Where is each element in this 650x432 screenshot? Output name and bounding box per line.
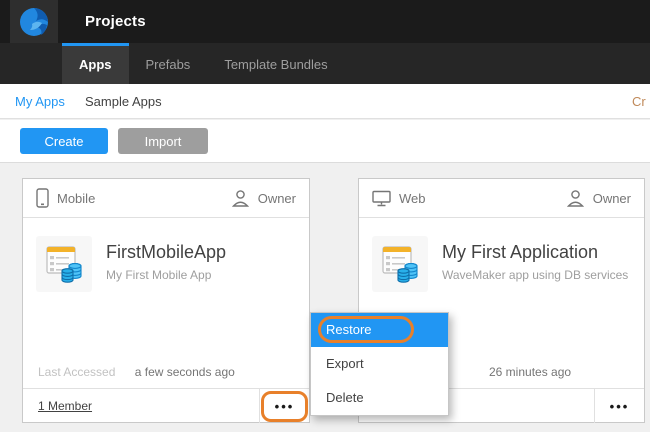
menu-item-restore[interactable]: Restore [311,313,448,347]
ellipsis-icon[interactable]: ••• [259,389,309,423]
card-header: Mobile Owner [23,179,309,218]
monitor-icon [372,190,391,207]
app-name: My First Application [442,242,628,263]
app-description: My First Mobile App [106,268,226,282]
create-button[interactable]: Create [20,128,108,154]
projects-screen: Projects Apps Prefabs Template Bundles M… [0,0,650,432]
tab-template-bundles[interactable]: Template Bundles [207,43,344,84]
person-icon [566,189,585,208]
card-footer: 1 Member ••• [23,388,309,422]
page-title: Projects [85,0,146,43]
top-bar: Projects [0,0,650,43]
card-context-menu: Restore Export Delete [310,312,449,416]
wavemaker-logo[interactable] [10,0,58,43]
last-accessed-label: Last Accessed [38,365,115,379]
app-name: FirstMobileApp [106,242,226,263]
app-window-database-icon [36,236,92,292]
role-label: Owner [593,191,631,206]
app-card-firstmobileapp[interactable]: Mobile Owner [22,178,310,423]
main-tab-bar: Apps Prefabs Template Bundles [0,43,650,84]
app-text-block: FirstMobileApp My First Mobile App [106,236,226,292]
card-body: FirstMobileApp My First Mobile App [36,236,299,292]
tab-apps[interactable]: Apps [62,43,129,84]
toolbar: Create Import [0,120,650,163]
tab-prefabs[interactable]: Prefabs [129,43,208,84]
wavemaker-logo-icon [18,6,50,38]
app-window-database-icon [372,236,428,292]
menu-item-export[interactable]: Export [311,347,448,381]
menu-item-delete[interactable]: Delete [311,381,448,415]
platform-label: Mobile [57,191,95,206]
app-description: WaveMaker app using DB services [442,268,628,282]
members-link[interactable]: 1 Member [38,389,92,423]
platform-label: Web [399,191,426,206]
card-body: My First Application WaveMaker app using… [372,236,634,292]
sub-nav: My Apps Sample Apps Cr [0,84,650,119]
subnav-my-apps[interactable]: My Apps [15,84,65,119]
import-button[interactable]: Import [118,128,208,154]
person-icon [231,189,250,208]
last-accessed-value: 26 minutes ago [489,365,571,379]
card-header: Web Owner [359,179,644,218]
role-label: Owner [258,191,296,206]
phone-icon [36,188,49,208]
ellipsis-icon[interactable]: ••• [594,389,644,423]
last-accessed-value: a few seconds ago [135,365,235,379]
subnav-truncated-link[interactable]: Cr [632,84,646,119]
subnav-sample-apps[interactable]: Sample Apps [85,84,162,119]
app-text-block: My First Application WaveMaker app using… [442,236,628,292]
last-accessed-row: Last Accessed a few seconds ago [38,365,235,379]
